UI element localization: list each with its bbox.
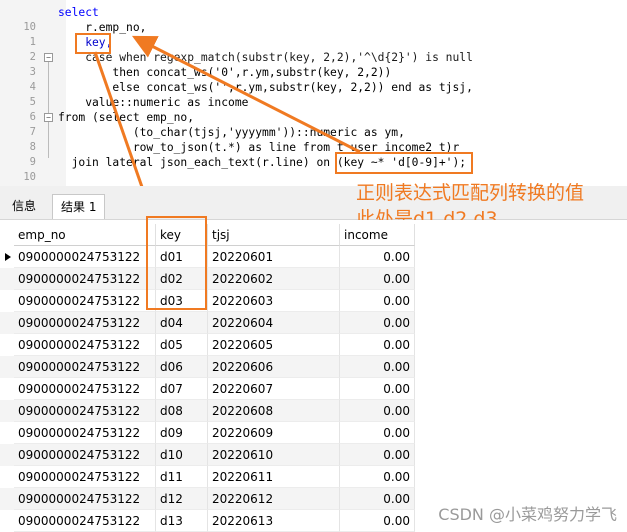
- cell-key[interactable]: d10: [156, 444, 208, 466]
- table-row[interactable]: 0900000024753122 d11 20220611 0.00: [0, 466, 415, 488]
- table-row[interactable]: 0900000024753122 d09 20220609 0.00: [0, 422, 415, 444]
- fold-toggle-icon[interactable]: −: [44, 113, 53, 122]
- cell-income[interactable]: 0.00: [340, 334, 415, 356]
- code-text: then concat_ws('0',r.ym,substr(key, 2,2)…: [58, 66, 392, 79]
- cell-tjsj[interactable]: 20220605: [208, 334, 340, 356]
- cell-emp-no[interactable]: 0900000024753122: [14, 334, 156, 356]
- table-row[interactable]: 0900000024753122 d13 20220613 0.00: [0, 510, 415, 532]
- cell-tjsj[interactable]: 20220609: [208, 422, 340, 444]
- code-line-join: 10 join lateral json_each_text(r.line) o…: [0, 155, 627, 183]
- code-line-from: 7 − from (select emp_no,: [0, 110, 627, 138]
- code-line-to-char: 8 (to_char(tjsj,'yyyymm'))::numeric as y…: [0, 125, 627, 153]
- table-row[interactable]: 0900000024753122 d04 20220604 0.00: [0, 312, 415, 334]
- code-text: else concat_ws('',r.ym,substr(key, 2,2))…: [58, 81, 473, 94]
- cell-tjsj[interactable]: 20220601: [208, 246, 340, 268]
- table-row[interactable]: 0900000024753122 d06 20220606 0.00: [0, 356, 415, 378]
- cell-income[interactable]: 0.00: [340, 246, 415, 268]
- cell-tjsj[interactable]: 20220607: [208, 378, 340, 400]
- cell-income[interactable]: 0.00: [340, 422, 415, 444]
- cell-emp-no[interactable]: 0900000024753122: [14, 466, 156, 488]
- cell-key[interactable]: d07: [156, 378, 208, 400]
- annotation-line-1: 正则表达式匹配列转换的值: [356, 182, 585, 204]
- code-line-else: 5 else concat_ws('',r.ym,substr(key, 2,2…: [0, 80, 627, 108]
- cell-emp-no[interactable]: 0900000024753122: [14, 400, 156, 422]
- cell-emp-no[interactable]: 0900000024753122: [14, 356, 156, 378]
- line-number: 10: [23, 171, 36, 183]
- cell-tjsj[interactable]: 20220602: [208, 268, 340, 290]
- table-row[interactable]: 0900000024753122 d10 20220610 0.00: [0, 444, 415, 466]
- cell-tjsj[interactable]: 20220612: [208, 488, 340, 510]
- cell-emp-no[interactable]: 0900000024753122: [14, 312, 156, 334]
- table-row[interactable]: 0900000024753122 d02 20220602 0.00: [0, 268, 415, 290]
- cell-tjsj[interactable]: 20220611: [208, 466, 340, 488]
- column-header-emp-no[interactable]: emp_no: [14, 224, 156, 246]
- column-header-tjsj[interactable]: tjsj: [208, 224, 340, 246]
- tab-info[interactable]: 信息: [4, 194, 44, 218]
- key-highlight-box: [75, 33, 111, 54]
- cell-income[interactable]: 0.00: [340, 312, 415, 334]
- cell-income[interactable]: 0.00: [340, 444, 415, 466]
- code-text: case when regexp_match(substr(key, 2,2),…: [58, 51, 473, 64]
- watermark: CSDN @小菜鸡努力学飞: [438, 505, 617, 524]
- code-line-then: 4 then concat_ws('0',r.ym,substr(key, 2,…: [0, 65, 627, 93]
- cell-income[interactable]: 0.00: [340, 356, 415, 378]
- table-row[interactable]: 0900000024753122 d12 20220612 0.00: [0, 488, 415, 510]
- cell-emp-no[interactable]: 0900000024753122: [14, 422, 156, 444]
- table-row[interactable]: 0900000024753122 d07 20220607 0.00: [0, 378, 415, 400]
- cell-income[interactable]: 0.00: [340, 378, 415, 400]
- cell-emp-no[interactable]: 0900000024753122: [14, 268, 156, 290]
- result-grid[interactable]: emp_no key tjsj income 0900000024753122 d…: [0, 216, 627, 532]
- table-row[interactable]: 0900000024753122 d05 20220605 0.00: [0, 334, 415, 356]
- cell-emp-no[interactable]: 0900000024753122: [14, 290, 156, 312]
- cell-key[interactable]: d12: [156, 488, 208, 510]
- fold-toggle-icon[interactable]: −: [44, 53, 53, 62]
- current-row-indicator-icon: [5, 253, 11, 261]
- column-header-income[interactable]: income: [340, 224, 415, 246]
- cell-income[interactable]: 0.00: [340, 488, 415, 510]
- code-line-select: 10 select: [0, 5, 627, 33]
- code-line-value: 6 value::numeric as income: [0, 95, 627, 123]
- cell-income[interactable]: 0.00: [340, 466, 415, 488]
- cell-tjsj[interactable]: 20220604: [208, 312, 340, 334]
- table-row[interactable]: 0900000024753122 d03 20220603 0.00: [0, 290, 415, 312]
- key-column-highlight-box: [146, 216, 207, 310]
- code-line-row-to-json: 9 row_to_json(t.*) as line from t_user_i…: [0, 140, 627, 168]
- cell-tjsj[interactable]: 20220610: [208, 444, 340, 466]
- code-text: (to_char(tjsj,'yyyymm'))::numeric as ym,: [58, 126, 405, 139]
- cell-key[interactable]: d04: [156, 312, 208, 334]
- sql-editor[interactable]: 10 select 1 r.emp_no, 2 key, 3 − case wh…: [0, 0, 627, 186]
- code-text: select: [58, 6, 99, 19]
- cell-income[interactable]: 0.00: [340, 510, 415, 532]
- cell-key[interactable]: d11: [156, 466, 208, 488]
- cell-income[interactable]: 0.00: [340, 290, 415, 312]
- cell-key[interactable]: d06: [156, 356, 208, 378]
- cell-emp-no[interactable]: 0900000024753122: [14, 378, 156, 400]
- tab-result-1[interactable]: 结果 1: [52, 194, 106, 219]
- table-row[interactable]: 0900000024753122 d01 20220601 0.00: [0, 246, 415, 268]
- cell-income[interactable]: 0.00: [340, 400, 415, 422]
- cell-emp-no[interactable]: 0900000024753122: [14, 246, 156, 268]
- cell-key[interactable]: d08: [156, 400, 208, 422]
- cell-key[interactable]: d09: [156, 422, 208, 444]
- table-row[interactable]: 0900000024753122 d08 20220608 0.00: [0, 400, 415, 422]
- regex-highlight-box: [335, 152, 473, 174]
- code-text: value::numeric as income: [58, 96, 249, 109]
- cell-key[interactable]: d05: [156, 334, 208, 356]
- cell-tjsj[interactable]: 20220608: [208, 400, 340, 422]
- cell-key[interactable]: d13: [156, 510, 208, 532]
- cell-tjsj[interactable]: 20220603: [208, 290, 340, 312]
- cell-tjsj[interactable]: 20220606: [208, 356, 340, 378]
- cell-emp-no[interactable]: 0900000024753122: [14, 488, 156, 510]
- cell-income[interactable]: 0.00: [340, 268, 415, 290]
- code-text: from (select emp_no,: [58, 111, 195, 124]
- cell-tjsj[interactable]: 20220613: [208, 510, 340, 532]
- cell-emp-no[interactable]: 0900000024753122: [14, 444, 156, 466]
- cell-emp-no[interactable]: 0900000024753122: [14, 510, 156, 532]
